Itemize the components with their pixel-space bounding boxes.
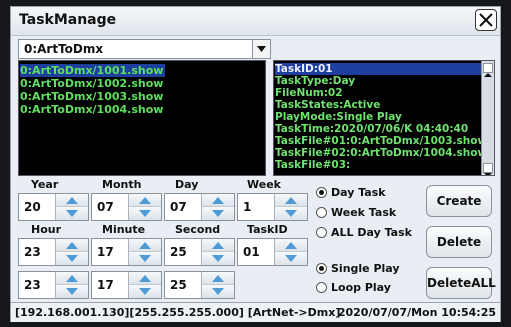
radio-label: Loop Play: [331, 281, 391, 294]
file-list-item[interactable]: 0:ArtToDmx/1002.show: [20, 77, 163, 90]
taskid-label: TaskID: [247, 223, 288, 236]
hour-stepper[interactable]: 23: [18, 238, 89, 266]
increment-icon[interactable]: [274, 239, 307, 252]
hour-label: Hour: [31, 223, 62, 236]
task-info-line: TaskFile#02:0:ArtToDmx/1004.show: [275, 147, 488, 159]
task-dropdown-value: 0:ArtToDmx: [24, 42, 104, 56]
radio-empty-icon: [316, 227, 327, 238]
task-manage-window: TaskManage 0:ArtToDmx 0:ArtToDmx/1001.sh…: [10, 6, 501, 322]
week-label: Week: [247, 178, 281, 191]
file-list-item[interactable]: 0:ArtToDmx/1003.show: [20, 90, 163, 103]
year-stepper[interactable]: 20: [18, 193, 89, 221]
week-stepper[interactable]: 1: [237, 193, 308, 221]
day-label: Day: [175, 178, 199, 191]
window-title: TaskManage: [19, 12, 117, 28]
network-status: [192.168.001.130][255.255.255.000] [ArtN…: [15, 306, 341, 319]
increment-icon[interactable]: [55, 272, 88, 285]
task-info-line: TaskID:01: [275, 63, 482, 75]
task-info-line: TaskStates:Active: [275, 99, 381, 111]
radio-label: Day Task: [331, 186, 386, 199]
taskid-stepper[interactable]: 01: [237, 238, 308, 266]
decrement-icon[interactable]: [55, 252, 88, 265]
radio-label: Single Play: [331, 262, 400, 275]
minute-value: 17: [97, 245, 114, 259]
decrement-icon[interactable]: [55, 207, 88, 220]
second-value: 25: [170, 245, 187, 259]
task-info-line: PlayMode:Single Play: [275, 111, 402, 123]
increment-icon[interactable]: [128, 239, 161, 252]
task-info-line: TaskFile#03:: [275, 159, 351, 171]
scroll-down-icon[interactable]: [483, 163, 493, 175]
day-stepper[interactable]: 07: [164, 193, 235, 221]
hour-value: 23: [24, 245, 41, 259]
scroll-up-icon[interactable]: [483, 63, 493, 77]
radio-selected-icon: [316, 187, 327, 198]
radio-empty-icon: [316, 207, 327, 218]
radio-label: ALL Day Task: [331, 226, 412, 239]
increment-icon[interactable]: [55, 239, 88, 252]
month-label: Month: [102, 178, 142, 191]
decrement-icon[interactable]: [55, 285, 88, 298]
decrement-icon[interactable]: [128, 252, 161, 265]
end-minute-value: 17: [97, 278, 114, 292]
decrement-icon[interactable]: [274, 252, 307, 265]
dropdown-arrow-icon[interactable]: [252, 40, 270, 58]
task-info-panel[interactable]: TaskID:01 TaskType:Day FileNum:02 TaskSt…: [273, 60, 495, 176]
end-second-stepper[interactable]: 25: [164, 271, 235, 299]
close-icon[interactable]: [475, 9, 497, 31]
week-value: 1: [243, 200, 252, 214]
month-value: 07: [97, 200, 114, 214]
file-list-item[interactable]: 0:ArtToDmx/1004.show: [20, 103, 163, 116]
decrement-icon[interactable]: [201, 252, 234, 265]
increment-icon[interactable]: [128, 272, 161, 285]
task-info-line: TaskFile#01:0:ArtToDmx/1003.show: [275, 135, 488, 147]
minute-label: Minute: [102, 223, 146, 236]
decrement-icon[interactable]: [128, 207, 161, 220]
task-dropdown[interactable]: 0:ArtToDmx: [18, 39, 271, 59]
decrement-icon[interactable]: [201, 285, 234, 298]
datetime-status: 2020/07/07/Mon 10:54:25: [337, 306, 496, 319]
increment-icon[interactable]: [128, 194, 161, 207]
increment-icon[interactable]: [201, 194, 234, 207]
minute-stepper[interactable]: 17: [91, 238, 162, 266]
taskid-value: 01: [243, 245, 260, 259]
end-minute-stepper[interactable]: 17: [91, 271, 162, 299]
radio-selected-icon: [316, 263, 327, 274]
delete-button[interactable]: Delete: [426, 226, 492, 258]
task-info-line: TaskType:Day: [275, 75, 356, 87]
increment-icon[interactable]: [201, 239, 234, 252]
end-hour-stepper[interactable]: 23: [18, 271, 89, 299]
second-stepper[interactable]: 25: [164, 238, 235, 266]
end-second-value: 25: [170, 278, 187, 292]
second-label: Second: [175, 223, 221, 236]
decrement-icon[interactable]: [128, 285, 161, 298]
task-info-line: TaskTime:2020/07/06/K 04:40:40: [275, 123, 469, 135]
increment-icon[interactable]: [201, 272, 234, 285]
month-stepper[interactable]: 07: [91, 193, 162, 221]
radio-label: Week Task: [331, 206, 397, 219]
increment-icon[interactable]: [55, 194, 88, 207]
radio-empty-icon: [316, 282, 327, 293]
create-button[interactable]: Create: [426, 185, 492, 217]
day-value: 07: [170, 200, 187, 214]
show-file-list[interactable]: 0:ArtToDmx/1001.show 0:ArtToDmx/1002.sho…: [18, 60, 266, 176]
status-bar: [192.168.001.130][255.255.255.000] [ArtN…: [11, 302, 500, 322]
info-scrollbar[interactable]: [481, 61, 494, 175]
delete-all-button[interactable]: DeleteALL: [426, 267, 496, 299]
task-info-line: FileNum:02: [275, 87, 343, 99]
decrement-icon[interactable]: [201, 207, 234, 220]
increment-icon[interactable]: [274, 194, 307, 207]
title-bar: TaskManage: [11, 7, 500, 36]
file-list-item[interactable]: 0:ArtToDmx/1001.show: [20, 64, 166, 77]
year-label: Year: [31, 178, 59, 191]
end-hour-value: 23: [24, 278, 41, 292]
decrement-icon[interactable]: [274, 207, 307, 220]
year-value: 20: [24, 200, 41, 214]
